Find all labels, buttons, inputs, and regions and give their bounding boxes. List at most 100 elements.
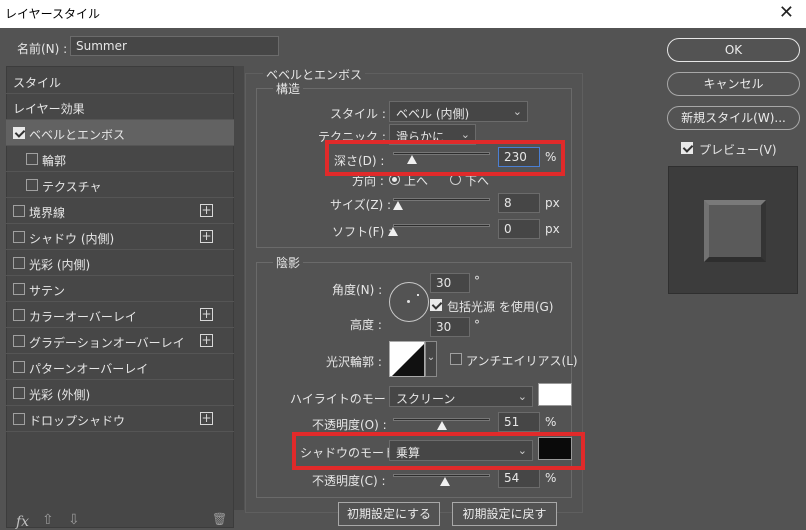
add-effect-plus-icon[interactable]: + <box>200 412 213 425</box>
move-down-icon[interactable]: ⇩ <box>68 512 80 528</box>
effect-checkbox[interactable] <box>13 127 25 139</box>
soften-input[interactable]: 0 <box>498 219 540 239</box>
effect-row[interactable]: サテン <box>6 276 234 302</box>
altitude-input[interactable]: 30 <box>430 317 470 337</box>
effect-label: テクスチャ <box>42 180 102 194</box>
name-input[interactable]: Summer <box>70 36 279 56</box>
soften-slider-thumb[interactable] <box>388 227 398 236</box>
effect-row[interactable]: シャドウ (内側) + <box>6 224 234 250</box>
angle-dial-center <box>407 300 410 303</box>
add-effect-plus-icon[interactable]: + <box>200 334 213 347</box>
size-unit: px <box>545 196 560 210</box>
set-default-button[interactable]: 初期設定にする <box>338 502 440 526</box>
cancel-button[interactable]: キャンセル <box>667 72 800 96</box>
highlight-mode-select[interactable]: スクリーン ⌄ <box>389 386 533 407</box>
effect-label: スタイル <box>13 76 62 90</box>
trash-icon[interactable]: 🗑 <box>212 512 227 526</box>
depth-highlight-box <box>325 140 565 176</box>
shading-title: 陰影 <box>273 254 304 271</box>
effect-label: パターンオーバーレイ <box>29 362 149 376</box>
style-label: スタイル : <box>330 107 386 121</box>
angle-dial-marker <box>417 294 419 296</box>
effect-row[interactable]: グラデーションオーバーレイ + <box>6 328 234 354</box>
preview-checkbox[interactable] <box>681 142 693 154</box>
anti-alias-checkbox[interactable] <box>450 353 462 365</box>
highlight-opacity-label: 不透明度(O) : <box>312 418 387 432</box>
effect-label: 光彩 (外側) <box>29 388 91 402</box>
angle-dial[interactable] <box>389 282 429 322</box>
effect-label: ベベルとエンボス <box>29 128 126 142</box>
soften-unit: px <box>545 222 560 236</box>
effect-label: カラーオーバーレイ <box>29 310 137 324</box>
effect-row[interactable]: 輪郭 <box>6 146 234 172</box>
altitude-unit: ° <box>474 318 480 332</box>
highlight-opacity-unit: % <box>545 415 557 429</box>
angle-label: 角度(N) : <box>332 283 383 297</box>
soften-slider-track[interactable] <box>393 224 490 227</box>
effect-checkbox[interactable] <box>13 257 25 269</box>
gloss-contour-preview[interactable] <box>389 341 425 377</box>
effect-row[interactable]: パターンオーバーレイ <box>6 354 234 380</box>
add-effect-plus-icon[interactable]: + <box>200 204 213 217</box>
effect-label: 輪郭 <box>42 154 67 168</box>
effect-checkbox[interactable] <box>13 231 25 243</box>
chevron-down-icon: ⌄ <box>517 390 527 403</box>
new-style-button[interactable]: 新規スタイル(W)... <box>667 106 800 130</box>
effect-checkbox[interactable] <box>13 283 25 295</box>
contour-dropdown-button[interactable]: ⌄ <box>425 341 437 377</box>
angle-unit: ° <box>474 274 480 288</box>
effect-row[interactable]: カラーオーバーレイ + <box>6 302 234 328</box>
size-slider-track[interactable] <box>393 198 490 201</box>
shadow-mode-highlight-box <box>292 432 585 470</box>
soften-label: ソフト(F) : <box>332 225 393 239</box>
effect-row[interactable]: スタイル <box>6 68 234 94</box>
add-effect-plus-icon[interactable]: + <box>200 308 213 321</box>
effect-row[interactable]: 光彩 (内側) <box>6 250 234 276</box>
bevel-style-select[interactable]: ベベル (内側) ⌄ <box>389 101 528 122</box>
effect-row[interactable]: レイヤー効果 <box>6 94 234 120</box>
contour-curve-icon <box>392 344 424 376</box>
reset-default-button[interactable]: 初期設定に戻す <box>452 502 557 526</box>
size-input[interactable]: 8 <box>498 193 540 213</box>
chevron-down-icon: ⌄ <box>426 352 436 363</box>
highlight-color-swatch[interactable] <box>538 383 572 406</box>
effect-checkbox[interactable] <box>13 309 25 321</box>
effect-checkbox[interactable] <box>26 179 38 191</box>
close-icon[interactable]: ✕ <box>779 2 794 23</box>
highlight-opacity-slider-thumb[interactable] <box>437 421 448 430</box>
global-light-checkbox[interactable] <box>430 299 442 311</box>
shadow-opacity-input[interactable]: 54 <box>498 468 540 488</box>
angle-input[interactable]: 30 <box>430 273 470 293</box>
effect-label: レイヤー効果 <box>13 102 85 116</box>
effects-list-scrollbar[interactable] <box>234 66 244 510</box>
size-slider-thumb[interactable] <box>392 201 403 210</box>
effect-row[interactable]: ドロップシャドウ + <box>6 406 234 432</box>
effect-checkbox[interactable] <box>26 153 38 165</box>
preview-label: プレビュー(V) <box>699 143 777 157</box>
shadow-opacity-unit: % <box>545 471 557 485</box>
shadow-opacity-label: 不透明度(C) : <box>312 474 386 488</box>
effect-label: グラデーションオーバーレイ <box>29 336 185 350</box>
effect-row[interactable]: 光彩 (外側) <box>6 380 234 406</box>
effect-checkbox[interactable] <box>13 387 25 399</box>
highlight-mode-value: スクリーン <box>396 392 456 406</box>
effect-checkbox[interactable] <box>13 413 25 425</box>
add-effect-plus-icon[interactable]: + <box>200 230 213 243</box>
effect-checkbox[interactable] <box>13 361 25 373</box>
anti-alias-label: アンチエイリアス(L) <box>466 354 578 368</box>
ok-button[interactable]: OK <box>667 38 800 62</box>
effect-row[interactable]: テクスチャ <box>6 172 234 198</box>
effect-row[interactable]: 境界線 + <box>6 198 234 224</box>
fx-icon[interactable]: fx <box>16 514 29 530</box>
effect-label: シャドウ (内側) <box>29 232 115 246</box>
style-preview-box <box>668 166 798 294</box>
effect-label: ドロップシャドウ <box>29 414 126 428</box>
effect-checkbox[interactable] <box>13 205 25 217</box>
highlight-opacity-input[interactable]: 51 <box>498 412 540 432</box>
effect-label: 境界線 <box>29 206 66 220</box>
effect-label: サテン <box>29 284 66 298</box>
move-up-icon[interactable]: ⇧ <box>42 512 54 528</box>
effect-checkbox[interactable] <box>13 335 25 347</box>
shadow-opacity-slider-thumb[interactable] <box>440 477 451 486</box>
effect-row[interactable]: ベベルとエンボス <box>6 120 234 146</box>
